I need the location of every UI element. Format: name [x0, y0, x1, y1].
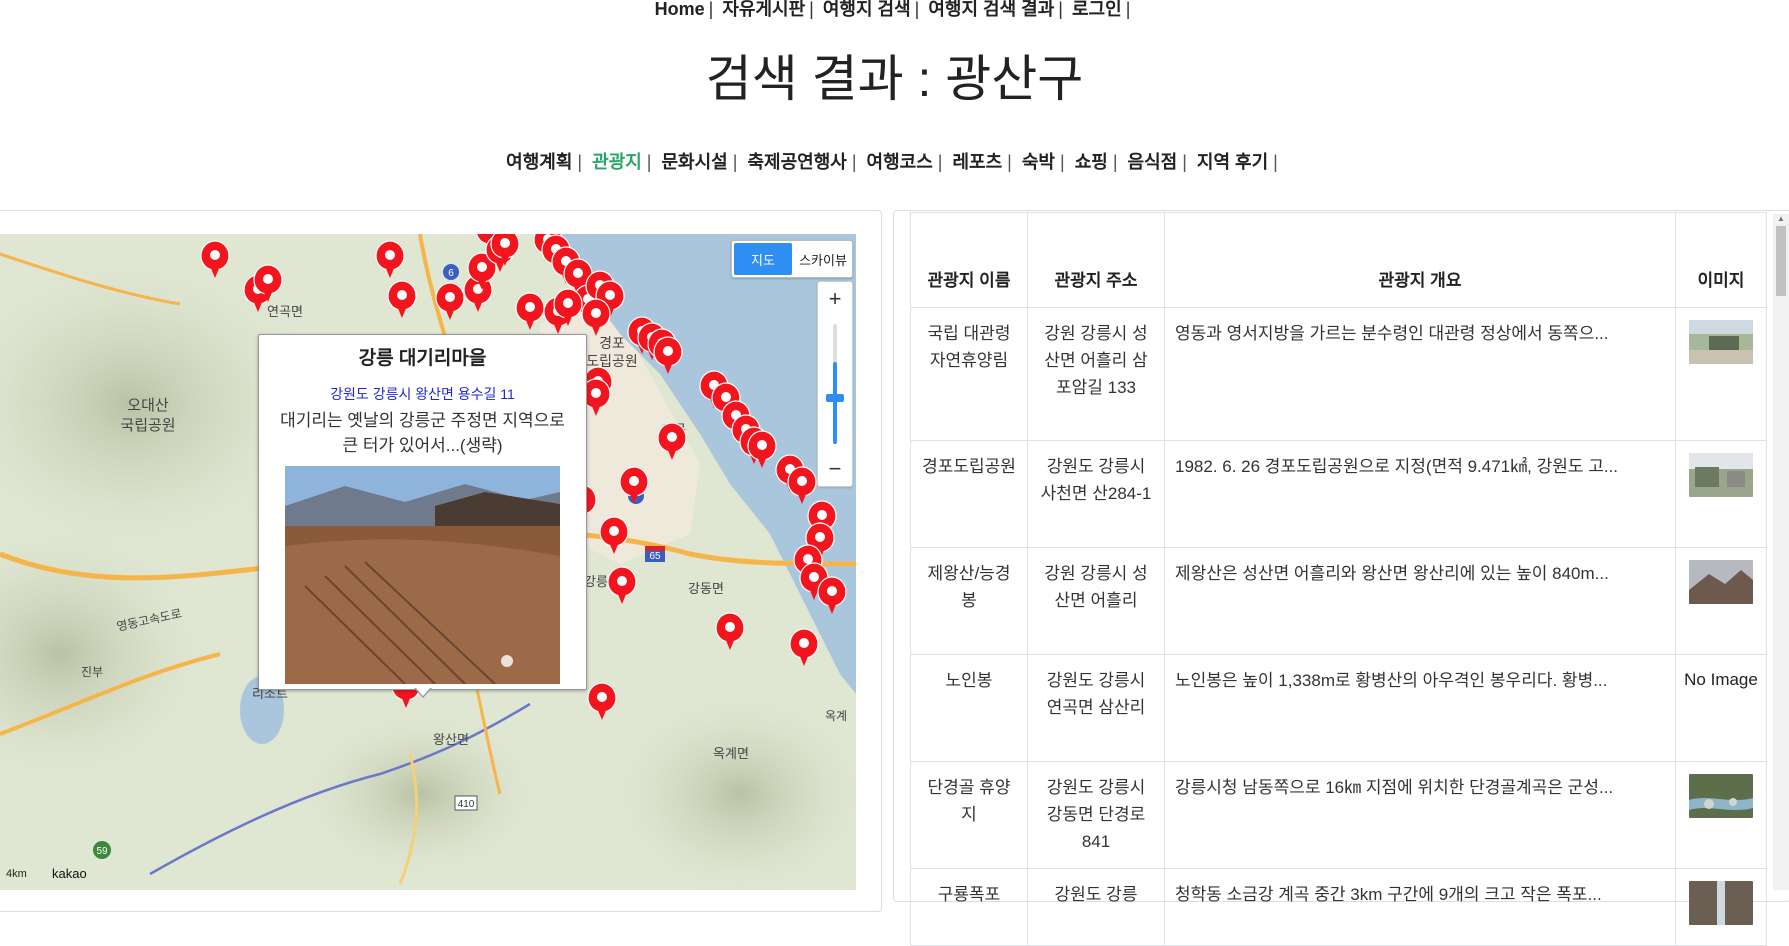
- info-tail-inner: [415, 687, 431, 696]
- nav-home[interactable]: Home: [655, 0, 705, 19]
- results-scrollbar[interactable]: ▲: [1773, 214, 1789, 890]
- zoom-level-fill: [833, 362, 837, 444]
- row-image-cell: [1675, 547, 1767, 655]
- cat-lodging[interactable]: 숙박: [1022, 152, 1055, 172]
- row-name: 제왕산/능경봉: [910, 547, 1028, 655]
- row-summary: 영동과 영서지방을 가르는 분수령인 대관령 정상에서 동쪽으...: [1164, 307, 1676, 441]
- row-address: 강원도 강릉시 연곡면 삼산리: [1027, 654, 1165, 762]
- map-marker[interactable]: [787, 466, 817, 505]
- scroll-up-icon[interactable]: ▲: [1777, 214, 1785, 223]
- row-name: 국립 대관령자연휴양림: [910, 307, 1028, 441]
- row-address: 강원 강릉시 성산면 어흘리: [1027, 547, 1165, 655]
- col-header-image: 이미지: [1675, 212, 1767, 308]
- row-summary: 노인봉은 높이 1,338m로 황병산의 아우격인 봉우리다. 황병...: [1164, 654, 1676, 762]
- map-marker[interactable]: [789, 628, 819, 667]
- map-type-skyview-button[interactable]: 스카이뷰: [794, 241, 852, 277]
- info-description: 대기리는 옛날의 강릉군 주정면 지역으로 큰 터가 있어서...(생략): [280, 411, 565, 455]
- table-row[interactable]: 구룡폭포 강원도 강릉 청학동 소금강 계곡 중간 3km 구간에 9개의 크고…: [910, 868, 1767, 946]
- row-summary: 제왕산은 성산면 어흘리와 왕산면 왕산리에 있는 높이 840m...: [1164, 547, 1676, 655]
- cat-restaurant[interactable]: 음식점: [1128, 152, 1178, 172]
- zoom-control: + −: [817, 281, 853, 487]
- map-scale: 4km: [6, 868, 27, 880]
- nav-login[interactable]: 로그인: [1072, 0, 1122, 19]
- forest-thumb[interactable]: [1689, 320, 1753, 364]
- row-image-cell: [1675, 440, 1767, 548]
- map-type-map-button[interactable]: 지도: [734, 243, 792, 275]
- map-marker[interactable]: [607, 566, 637, 605]
- map-marker[interactable]: [515, 292, 545, 331]
- table-row[interactable]: 제왕산/능경봉 강원 강릉시 성산면 어흘리 제왕산은 성산면 어흘리와 왕산면…: [910, 547, 1767, 655]
- row-summary: 청학동 소금강 계곡 중간 3km 구간에 9개의 크고 작은 폭포...: [1164, 868, 1676, 946]
- map-type-toggle: 지도 스카이뷰: [731, 240, 853, 278]
- cat-leisure[interactable]: 레포츠: [952, 152, 1002, 172]
- waterfall-thumb[interactable]: [1689, 881, 1753, 925]
- map-marker[interactable]: [200, 240, 230, 279]
- results-table: 관광지 이름 관광지 주소 관광지 개요 이미지 국립 대관령자연휴양림 강원 …: [910, 212, 1767, 946]
- table-row[interactable]: 경포도립공원 강원도 강릉시 사천면 산284-1 1982. 6. 26 경포…: [910, 440, 1767, 548]
- row-image-cell: [1675, 868, 1767, 946]
- map-marker[interactable]: [435, 282, 465, 321]
- row-name: 단경골 휴양지: [910, 761, 1028, 869]
- map-marker[interactable]: [581, 298, 611, 337]
- row-image-cell: [1675, 761, 1767, 869]
- col-header-name: 관광지 이름: [910, 212, 1028, 308]
- info-photo: [285, 466, 560, 684]
- cat-festival[interactable]: 축제공연행사: [747, 152, 846, 172]
- cat-travel-course[interactable]: 여행코스: [867, 152, 933, 172]
- zoom-in-button[interactable]: +: [818, 282, 852, 316]
- map-marker[interactable]: [599, 516, 629, 555]
- table-header-row: 관광지 이름 관광지 주소 관광지 개요 이미지: [910, 212, 1767, 308]
- row-name: 노인봉: [910, 654, 1028, 762]
- cat-shopping[interactable]: 쇼핑: [1075, 152, 1108, 172]
- map-marker[interactable]: [715, 612, 745, 651]
- row-no-image: No Image: [1675, 654, 1767, 762]
- table-row[interactable]: 단경골 휴양지 강원도 강릉시 강동면 단경로 841 강릉시청 남동쪽으로 1…: [910, 761, 1767, 869]
- row-name: 경포도립공원: [910, 440, 1028, 548]
- cat-travel-plan[interactable]: 여행계획: [506, 152, 572, 172]
- cat-culture[interactable]: 문화시설: [662, 152, 728, 172]
- page-title: 검색 결과 : 광산구: [705, 51, 1084, 107]
- cat-tourist-spot[interactable]: 관광지: [592, 152, 642, 172]
- info-title: 강릉 대기리마을: [358, 348, 487, 369]
- mountain-thumb[interactable]: [1689, 560, 1753, 604]
- category-nav: 여행계획 | 관광지 | 문화시설 | 축제공연행사 | 여행코스 | 레포츠 | 숙박 | …: [506, 152, 1278, 172]
- marker-info-window: 강릉 대기리마을 강원도 강릉시 왕산면 용수길 11 대기리는 옛날의 강릉군…: [258, 334, 587, 690]
- row-image-cell: [1675, 307, 1767, 441]
- nav-search[interactable]: 여행지 검색: [823, 0, 911, 19]
- zoom-slider-handle[interactable]: [826, 394, 844, 402]
- map-marker[interactable]: [387, 280, 417, 319]
- map-marker[interactable]: [619, 466, 649, 505]
- zoom-out-button[interactable]: −: [818, 452, 852, 486]
- col-header-summary: 관광지 개요: [1164, 212, 1676, 308]
- scrollbar-thumb[interactable]: [1776, 226, 1786, 296]
- row-summary: 1982. 6. 26 경포도립공원으로 지정(면적 9.471㎢, 강원도 고…: [1164, 440, 1676, 548]
- map-marker[interactable]: [817, 576, 847, 615]
- row-summary: 강릉시청 남동쪽으로 16㎞ 지점에 위치한 단경골계곡은 군성...: [1164, 761, 1676, 869]
- row-address: 강원도 강릉시 사천면 산284-1: [1027, 440, 1165, 548]
- cat-region-review[interactable]: 지역 후기: [1197, 152, 1268, 172]
- row-address: 강원 강릉시 성산면 어흘리 삼포암길 133: [1027, 307, 1165, 441]
- kakao-attribution: kakao: [52, 866, 87, 881]
- top-nav: Home | 자유게시판 | 여행지 검색 | 여행지 검색 결과 | 로그인 |: [654, 0, 1131, 19]
- row-name: 구룡폭포: [910, 868, 1028, 946]
- col-header-address: 관광지 주소: [1027, 212, 1165, 308]
- nav-search-results[interactable]: 여행지 검색 결과: [928, 0, 1054, 19]
- valley-thumb[interactable]: [1689, 774, 1753, 818]
- nav-board[interactable]: 자유게시판: [722, 0, 805, 19]
- map-marker[interactable]: [587, 682, 617, 721]
- map-marker[interactable]: [653, 336, 683, 375]
- info-address: 강원도 강릉시 왕산면 용수길 11: [330, 386, 515, 402]
- map-marker[interactable]: [747, 430, 777, 469]
- row-address: 강원도 강릉: [1027, 868, 1165, 946]
- table-row[interactable]: 노인봉 강원도 강릉시 연곡면 삼산리 노인봉은 높이 1,338m로 황병산의…: [910, 654, 1767, 762]
- map-marker[interactable]: [375, 240, 405, 279]
- map-marker[interactable]: [657, 422, 687, 461]
- row-address: 강원도 강릉시 강동면 단경로 841: [1027, 761, 1165, 869]
- park-thumb[interactable]: [1689, 453, 1753, 497]
- table-row[interactable]: 국립 대관령자연휴양림 강원 강릉시 성산면 어흘리 삼포암길 133 영동과 …: [910, 307, 1767, 441]
